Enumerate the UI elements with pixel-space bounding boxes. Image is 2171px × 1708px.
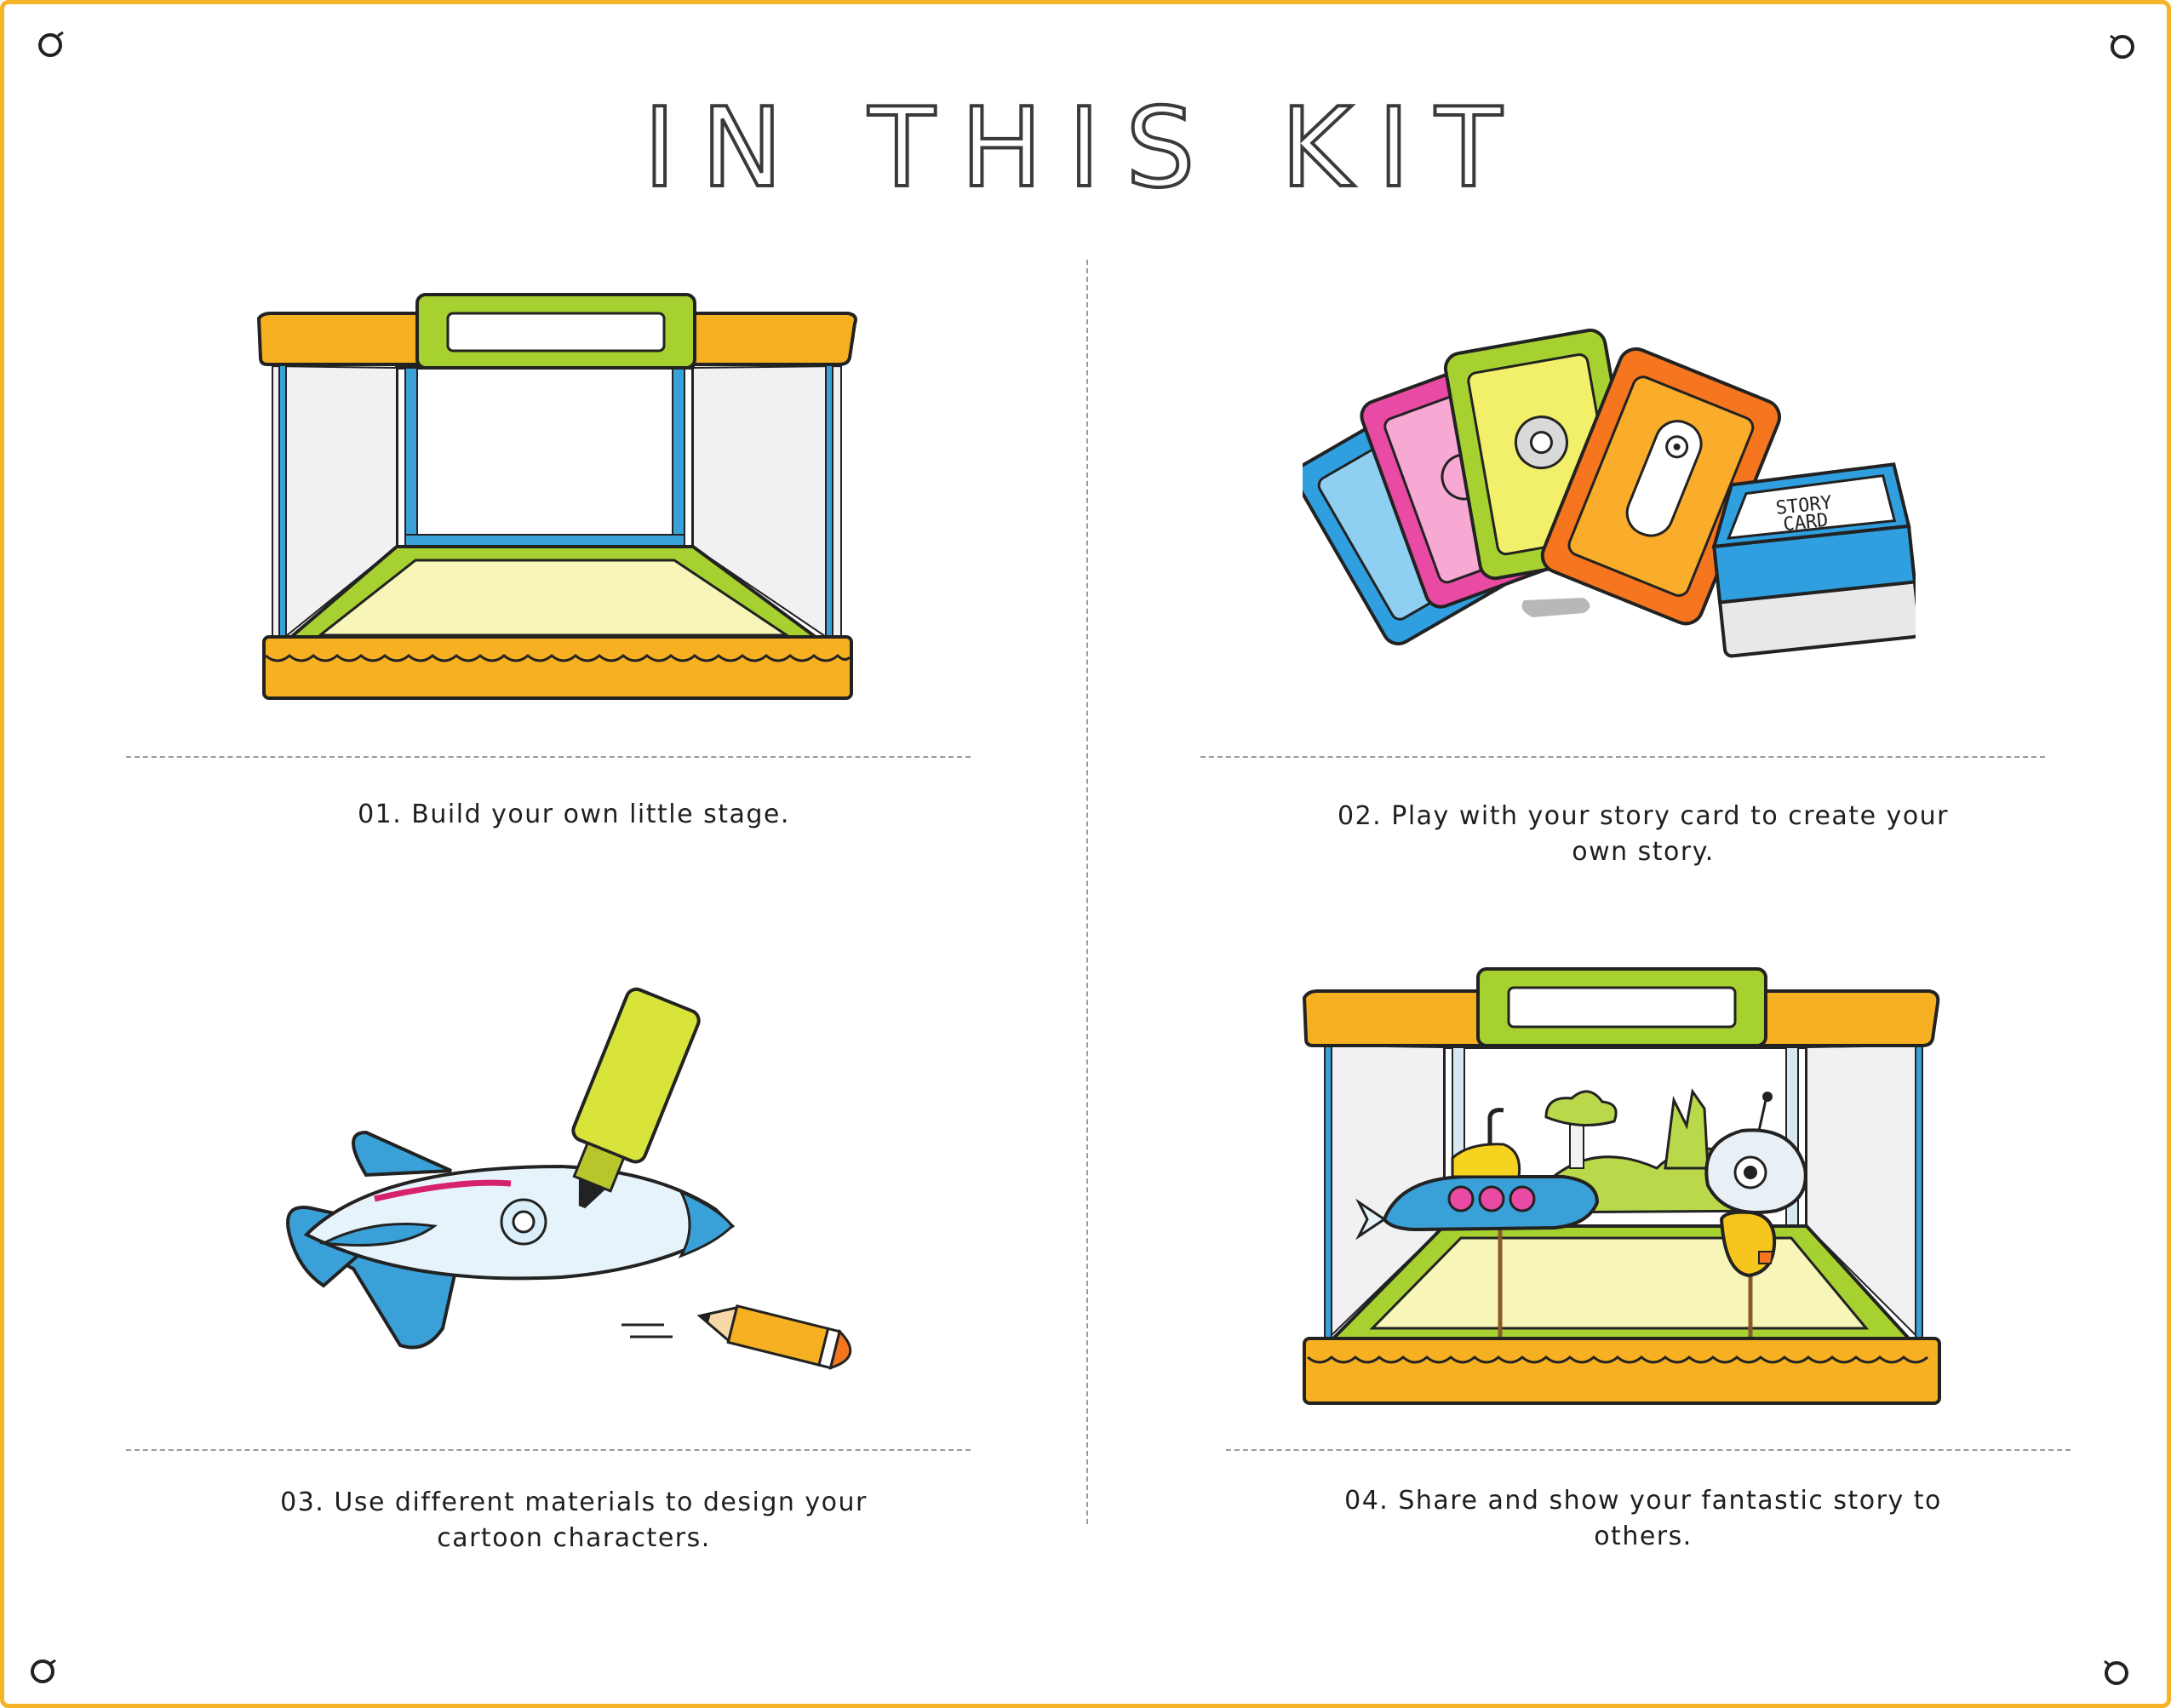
center-divider xyxy=(1086,260,1088,1524)
corner-ring-icon xyxy=(31,1659,56,1683)
page-title: IN THIS KIT xyxy=(0,83,2171,214)
stage-icon xyxy=(256,293,857,700)
step-2-caption: 02. Play with your story card to create … xyxy=(1337,801,1950,867)
step-4-rule xyxy=(1226,1449,2071,1451)
step-2-rule xyxy=(1200,756,2045,758)
page-title-text: IN THIS KIT xyxy=(642,83,1528,214)
rocket-marker-icon xyxy=(286,987,852,1370)
story-cards-icon: STORY CARD xyxy=(1303,328,1916,658)
step-3-rule xyxy=(126,1449,971,1451)
corner-ring-icon xyxy=(38,31,64,57)
step-1-rule xyxy=(126,756,971,758)
stage-with-characters-icon xyxy=(1302,967,1941,1405)
corner-ring-icon xyxy=(2110,34,2134,59)
step-4-caption: 04. Share and show your fantastic story … xyxy=(1344,1486,1942,1551)
corner-ring-icon xyxy=(2104,1659,2128,1685)
step-1-caption: 01. Build your own little stage. xyxy=(358,800,790,829)
step-3-caption: 03. Use different materials to design yo… xyxy=(280,1487,868,1553)
